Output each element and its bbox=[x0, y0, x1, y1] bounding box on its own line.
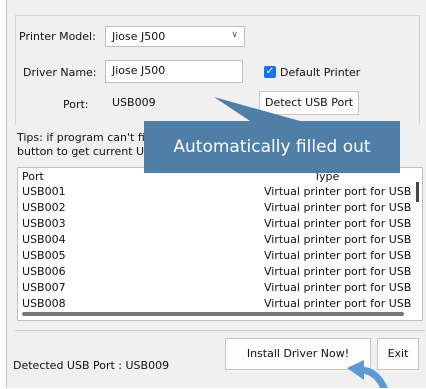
arrow-head bbox=[347, 360, 364, 380]
callout-pointer bbox=[214, 97, 388, 388]
auto-fill-callout: Automatically filled out bbox=[144, 121, 400, 173]
callout-tail bbox=[214, 97, 300, 121]
